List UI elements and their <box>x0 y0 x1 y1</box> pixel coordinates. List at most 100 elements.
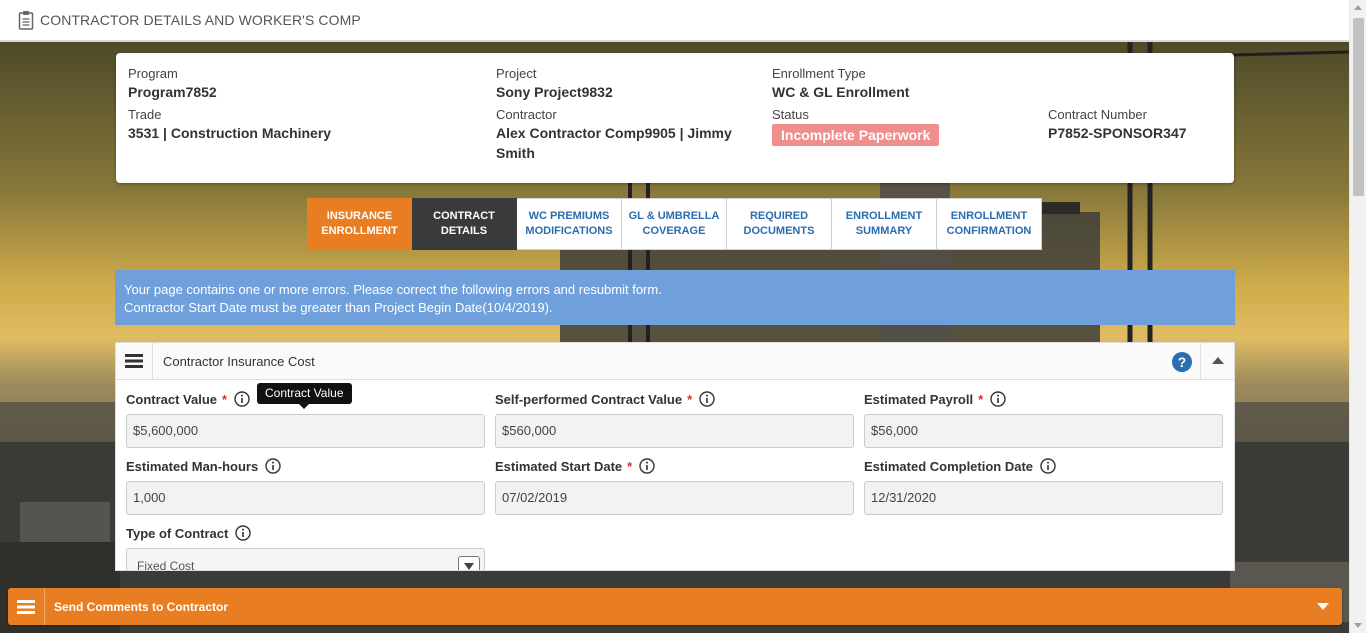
contractor-insurance-cost-panel: Contractor Insurance Cost ? Contract Val… <box>115 342 1235 571</box>
required-mark: * <box>222 391 228 407</box>
trade-value: 3531 | Construction Machinery <box>128 125 332 141</box>
panel-menu-button[interactable] <box>116 343 153 379</box>
panel-title: Contractor Insurance Cost <box>163 353 315 369</box>
info-icon[interactable] <box>639 458 655 474</box>
contractor-value-line2: Smith <box>496 145 535 161</box>
scrollbar-thumb[interactable] <box>1353 18 1364 196</box>
info-icon[interactable] <box>234 391 250 407</box>
error-banner: Your page contains one or more errors. P… <box>115 270 1235 325</box>
tab-wc-premiums-modifications[interactable]: WC PREMIUMS MODIFICATIONS <box>517 198 622 250</box>
contract-value-tooltip: Contract Value <box>257 383 352 409</box>
error-message-line1: Your page contains one or more errors. P… <box>124 282 662 297</box>
program-label: Program <box>128 66 178 81</box>
clipboard-icon <box>18 11 34 30</box>
tab-label-line2: DOCUMENTS <box>743 225 815 237</box>
info-icon[interactable] <box>1040 458 1056 474</box>
enrollment-type-label: Enrollment Type <box>772 66 866 81</box>
error-message-line2: Contractor Start Date must be greater th… <box>124 300 553 315</box>
contract-type-selected: Fixed Cost <box>137 559 195 571</box>
project-field: Project Sony Project9832 <box>496 66 613 102</box>
header-divider <box>1200 343 1201 380</box>
status-badge: Incomplete Paperwork <box>772 124 940 146</box>
required-mark: * <box>978 391 984 407</box>
chevron-down-icon[interactable] <box>1317 603 1329 610</box>
contract-value-input[interactable]: $5,600,000 <box>126 414 485 448</box>
info-icon[interactable] <box>235 525 252 541</box>
info-icon[interactable] <box>990 391 1006 407</box>
self-performed-value-input[interactable]: $560,000 <box>495 414 854 448</box>
hamburger-icon <box>17 599 35 614</box>
enrollment-step-tabs: INSURANCE ENROLLMENT CONTRACT DETAILS WC P… <box>307 198 1042 250</box>
tab-label-line2: SUMMARY <box>855 225 913 237</box>
contract-type-field: Type of Contract Fixed Cost <box>126 524 485 571</box>
contractor-value-line1: Alex Contractor Comp9905 | Jimmy <box>496 125 732 141</box>
man-hours-field: Estimated Man-hours 1,000 <box>126 457 485 515</box>
page-title: CONTRACTOR DETAILS AND WORKER'S COMP <box>40 12 361 28</box>
tab-label-line2: DETAILS <box>440 225 488 237</box>
svg-text:?: ? <box>1178 354 1187 370</box>
tab-label-line1: ENROLLMENT <box>845 210 923 222</box>
tab-label-line1: WC PREMIUMS <box>528 210 610 222</box>
comments-menu-button[interactable] <box>8 588 45 625</box>
estimated-payroll-label: Estimated Payroll <box>864 391 974 407</box>
man-hours-label: Estimated Man-hours <box>126 458 259 474</box>
tab-label-line2: CONFIRMATION <box>946 225 1032 237</box>
send-comments-bar[interactable]: Send Comments to Contractor <box>8 588 1342 625</box>
scroll-up-arrow-icon[interactable] <box>1354 5 1362 10</box>
completion-date-field: Estimated Completion Date 12/31/2020 <box>864 457 1223 515</box>
contract-type-select[interactable]: Fixed Cost <box>126 548 485 571</box>
tab-label-line2: COVERAGE <box>642 225 706 237</box>
required-mark: * <box>687 391 693 407</box>
trade-field: Trade 3531 | Construction Machinery <box>128 107 331 143</box>
page-header: CONTRACTOR DETAILS AND WORKER'S COMP <box>0 0 1349 42</box>
comments-bar-title: Send Comments to Contractor <box>54 599 229 614</box>
tab-enrollment-confirmation[interactable]: ENROLLMENT CONFIRMATION <box>937 198 1042 250</box>
hamburger-icon <box>125 354 143 368</box>
completion-date-input[interactable]: 12/31/2020 <box>864 481 1223 515</box>
completion-date-label: Estimated Completion Date <box>864 458 1034 474</box>
tab-label-line1: REQUIRED <box>749 210 809 222</box>
tab-label-line1: INSURANCE <box>326 210 393 222</box>
program-value: Program7852 <box>128 84 217 100</box>
start-date-input[interactable]: 07/02/2019 <box>495 481 854 515</box>
contract-value-label: Contract Value <box>126 391 218 407</box>
tab-insurance-enrollment[interactable]: INSURANCE ENROLLMENT <box>307 198 412 250</box>
self-performed-value-label: Self-performed Contract Value <box>495 391 683 407</box>
tab-label-line1: ENROLLMENT <box>950 210 1028 222</box>
project-value: Sony Project9832 <box>496 84 613 100</box>
tab-enrollment-summary[interactable]: ENROLLMENT SUMMARY <box>832 198 937 250</box>
contract-number-field: Contract Number P7852-SPONSOR347 <box>1048 107 1187 143</box>
contract-number-value: P7852-SPONSOR347 <box>1048 125 1187 141</box>
tab-label-line1: CONTRACT <box>433 210 495 222</box>
page-scrollbar[interactable] <box>1349 0 1366 633</box>
contractor-label: Contractor <box>496 107 557 122</box>
man-hours-input[interactable]: 1,000 <box>126 481 485 515</box>
enrollment-type-field: Enrollment Type WC & GL Enrollment <box>772 66 909 102</box>
collapse-up-icon[interactable] <box>1212 357 1224 364</box>
status-label: Status <box>772 107 809 122</box>
tab-gl-umbrella-coverage[interactable]: GL & UMBRELLA COVERAGE <box>622 198 727 250</box>
contractor-info-card: Program Program7852 Project Sony Project… <box>116 53 1234 183</box>
project-label: Project <box>496 66 537 81</box>
tab-label-line2: MODIFICATIONS <box>525 225 613 237</box>
contractor-field: Contractor Alex Contractor Comp9905 | Ji… <box>496 107 756 163</box>
tab-contract-details[interactable]: CONTRACT DETAILS <box>412 198 517 250</box>
info-icon[interactable] <box>699 391 715 407</box>
trade-label: Trade <box>128 107 162 122</box>
chevron-down-icon[interactable] <box>458 556 480 570</box>
panel-header: Contractor Insurance Cost ? <box>116 343 1234 380</box>
tab-required-documents[interactable]: REQUIRED DOCUMENTS <box>727 198 832 250</box>
enrollment-type-value: WC & GL Enrollment <box>772 84 910 100</box>
self-performed-value-field: Self-performed Contract Value * $560,000 <box>495 390 854 448</box>
start-date-label: Estimated Start Date <box>495 458 623 474</box>
tab-label-line1: GL & UMBRELLA <box>628 210 720 222</box>
estimated-payroll-field: Estimated Payroll * $56,000 <box>864 390 1223 448</box>
scroll-down-arrow-icon[interactable] <box>1354 623 1362 628</box>
estimated-payroll-input[interactable]: $56,000 <box>864 414 1223 448</box>
help-icon[interactable]: ? <box>1172 352 1192 372</box>
contract-number-label: Contract Number <box>1048 107 1147 122</box>
contract-type-label: Type of Contract <box>126 525 229 541</box>
tab-label-line2: ENROLLMENT <box>321 225 398 237</box>
info-icon[interactable] <box>265 458 281 474</box>
start-date-field: Estimated Start Date * 07/02/2019 <box>495 457 854 515</box>
